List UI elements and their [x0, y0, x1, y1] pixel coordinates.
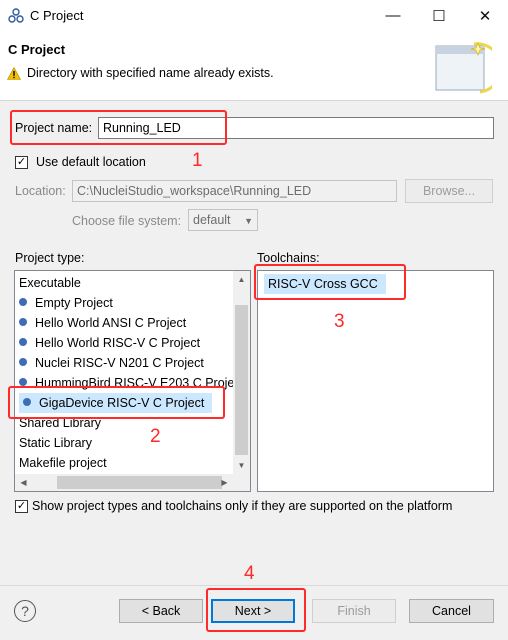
file-system-select[interactable]: default ▼: [188, 209, 258, 231]
project-type-label: Project type:: [15, 251, 85, 265]
vertical-scrollbar[interactable]: ▲ ▼: [233, 271, 250, 474]
app-icon: [8, 8, 24, 23]
show-supported-checkbox[interactable]: ✓: [15, 500, 28, 513]
use-default-location-checkbox[interactable]: ✓: [15, 156, 28, 169]
wizard-banner-icon: [435, 42, 492, 94]
list-item[interactable]: Hello World ANSI C Project: [19, 313, 186, 333]
minimize-icon: —: [385, 7, 401, 24]
browse-button[interactable]: Browse...: [405, 179, 493, 203]
warning-message: Directory with specified name already ex…: [27, 66, 274, 80]
title-bar: C Project — ☐ ✕: [0, 0, 508, 31]
annotation-number-3: 3: [334, 311, 345, 332]
check-mark-icon: ✓: [16, 156, 27, 168]
bullet-icon: [19, 378, 27, 386]
help-icon[interactable]: ?: [14, 600, 36, 622]
annotation-number-4: 4: [244, 563, 255, 584]
bullet-icon: [19, 318, 27, 326]
scroll-thumb[interactable]: [57, 476, 222, 489]
list-item[interactable]: Empty Project: [19, 293, 113, 313]
location-label: Location:: [15, 184, 66, 198]
bullet-icon: [19, 338, 27, 346]
scroll-up-icon[interactable]: ▲: [233, 271, 250, 288]
toolchains-list: RISC-V Cross GCC: [257, 270, 494, 492]
use-default-location-label: Use default location: [36, 155, 146, 169]
annotation-box-2: [8, 386, 225, 419]
location-input[interactable]: C:\NucleiStudio_workspace\Running_LED: [72, 180, 397, 202]
scroll-down-icon[interactable]: ▼: [233, 457, 250, 474]
cancel-button[interactable]: Cancel: [409, 599, 494, 623]
show-supported-label: Show project types and toolchains only i…: [32, 499, 453, 513]
scroll-corner: [233, 474, 250, 491]
close-button[interactable]: ✕: [462, 0, 508, 31]
scroll-right-icon[interactable]: ▶: [216, 474, 233, 491]
project-type-list: Executable Empty Project Hello World ANS…: [14, 270, 251, 492]
window-title: C Project: [30, 8, 84, 23]
scroll-left-icon[interactable]: ◀: [15, 474, 32, 491]
list-item[interactable]: Static Library: [19, 433, 92, 453]
warning-icon: [7, 67, 21, 80]
back-button[interactable]: < Back: [119, 599, 203, 623]
chevron-down-icon: ▼: [244, 216, 253, 226]
bullet-icon: [19, 298, 27, 306]
scroll-thumb[interactable]: [235, 305, 248, 455]
list-item[interactable]: Nuclei RISC-V N201 C Project: [19, 353, 204, 373]
separator: [0, 585, 508, 586]
minimize-button[interactable]: —: [370, 0, 416, 31]
annotation-box-1: [10, 110, 227, 145]
toolchains-label: Toolchains:: [257, 251, 320, 265]
page-title: C Project: [8, 42, 66, 57]
maximize-button[interactable]: ☐: [416, 0, 462, 31]
file-system-label: Choose file system:: [72, 214, 182, 228]
annotation-box-4: [206, 588, 306, 632]
maximize-icon: ☐: [432, 7, 446, 25]
finish-button[interactable]: Finish: [312, 599, 396, 623]
list-item[interactable]: Makefile project: [19, 453, 107, 473]
list-item[interactable]: Executable: [19, 273, 81, 293]
file-system-value: default: [193, 213, 231, 227]
horizontal-scrollbar[interactable]: ◀ ▶: [15, 474, 233, 491]
annotation-number-2: 2: [150, 426, 161, 447]
list-item[interactable]: Hello World RISC-V C Project: [19, 333, 200, 353]
annotation-number-1: 1: [192, 150, 203, 171]
wizard-header: C Project Directory with specified name …: [0, 31, 508, 101]
annotation-box-3: [254, 264, 406, 300]
bullet-icon: [19, 358, 27, 366]
check-mark-icon: ✓: [16, 500, 27, 512]
close-icon: ✕: [478, 7, 492, 25]
